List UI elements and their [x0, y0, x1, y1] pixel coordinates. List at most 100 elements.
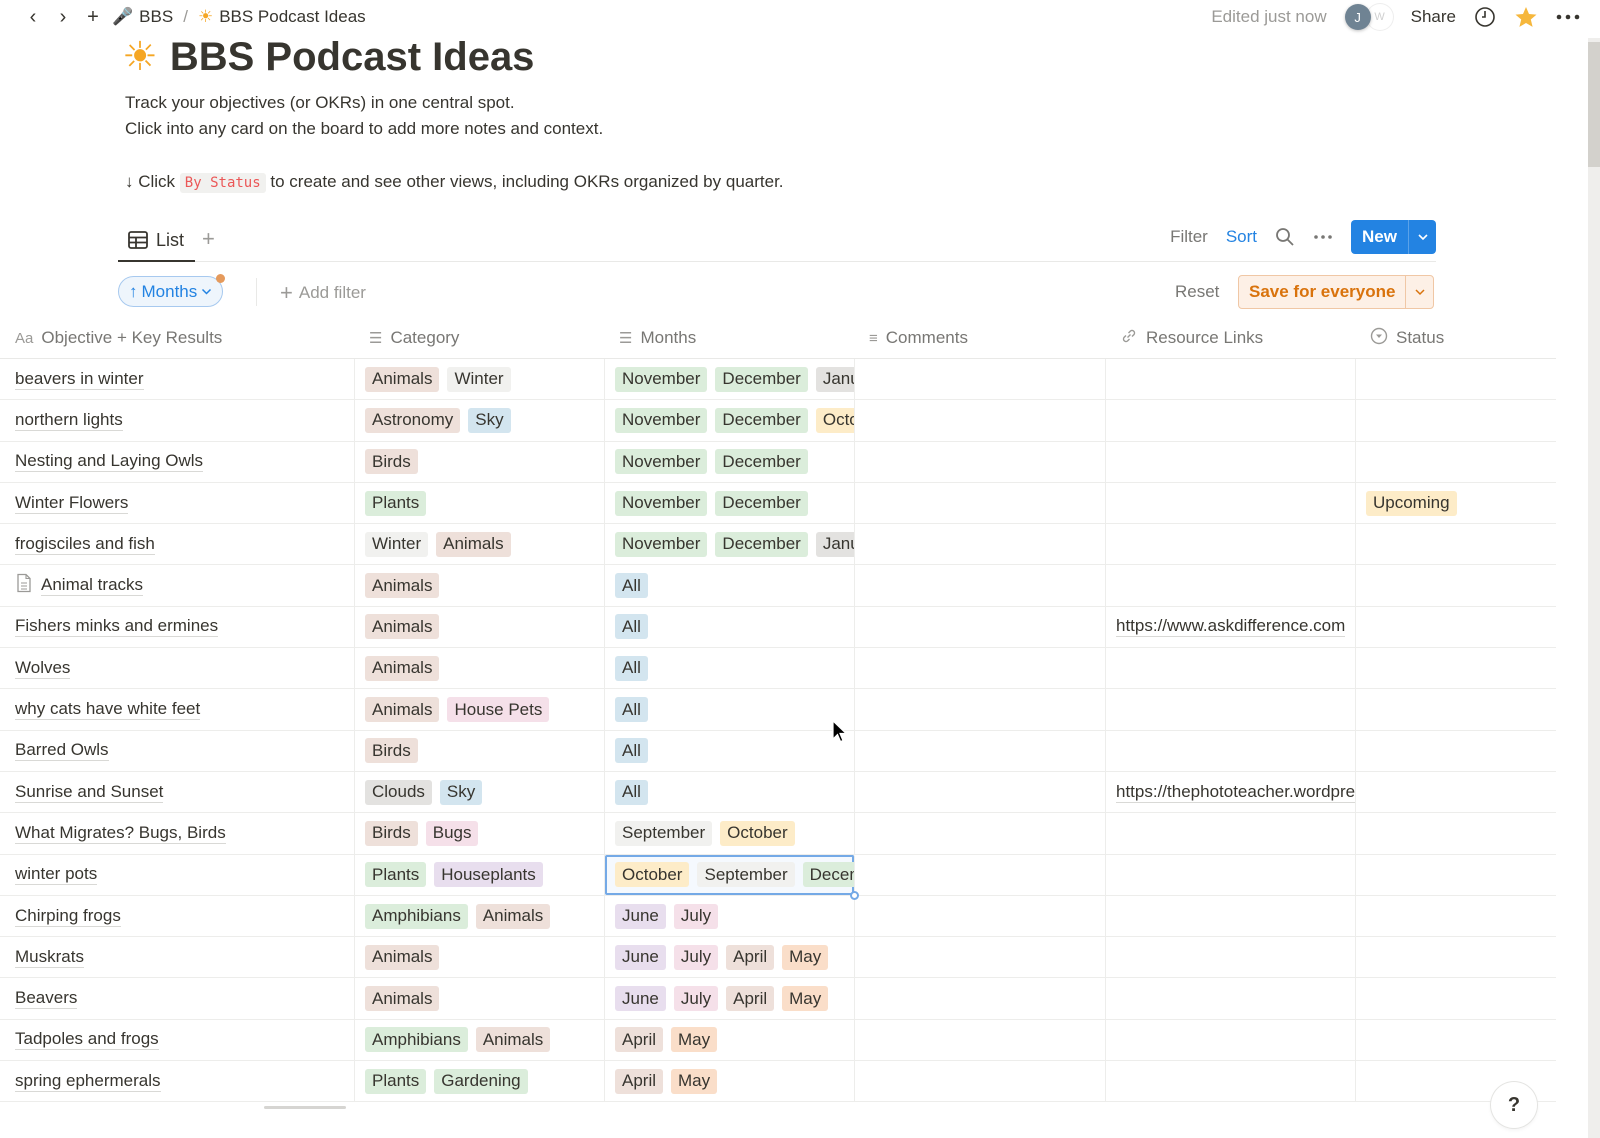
table-row[interactable]: What Migrates? Bugs, Birds Birds Bugs Septe…	[0, 813, 1556, 855]
cell-months[interactable]: All	[605, 771, 855, 813]
breadcrumb-item-bbs[interactable]: 🎤 BBS	[112, 7, 173, 27]
new-page-button[interactable]: +	[78, 2, 108, 32]
cell-resource-link[interactable]	[1106, 648, 1356, 689]
cell-status[interactable]	[1356, 772, 1556, 812]
cell-category[interactable]: Clouds Sky	[355, 771, 605, 813]
table-row[interactable]: northern lights Astronomy Sky November Decem…	[0, 400, 1556, 442]
reset-button[interactable]: Reset	[1175, 282, 1219, 302]
cell-months[interactable]: April May	[605, 1019, 855, 1061]
add-view-button[interactable]: +	[202, 226, 215, 252]
cell-objective[interactable]: frogisciles and fish	[0, 524, 355, 565]
cell-resource-link[interactable]	[1106, 689, 1356, 730]
cell-category[interactable]: Animals Winter	[355, 359, 605, 400]
filter-button[interactable]: Filter	[1170, 227, 1208, 247]
column-header-resource-links[interactable]: Resource Links	[1106, 318, 1356, 358]
cell-comments[interactable]	[855, 895, 1106, 937]
cell-resource-link[interactable]	[1106, 565, 1356, 606]
table-row[interactable]: Tadpoles and frogs Amphibians Animals April…	[0, 1019, 1556, 1062]
cell-months[interactable]: June July April May	[605, 937, 855, 978]
cell-resource-link[interactable]: https://www.askdifference.com	[1106, 606, 1356, 648]
cell-resource-link[interactable]	[1106, 937, 1356, 978]
cell-objective[interactable]: northern lights	[0, 400, 355, 441]
cell-comments[interactable]	[855, 730, 1106, 771]
cell-comments[interactable]	[855, 400, 1106, 441]
table-row[interactable]: beavers in winter Animals Winter November De…	[0, 359, 1556, 401]
cell-status[interactable]	[1356, 855, 1556, 895]
table-row[interactable]: Muskrats Animals June July April May	[0, 937, 1556, 979]
cell-objective[interactable]: Muskrats	[0, 937, 355, 978]
cell-category[interactable]: Birds	[355, 730, 605, 771]
table-row[interactable]: why cats have white feet Animals House Pet…	[0, 689, 1556, 731]
view-options-button[interactable]	[1313, 234, 1333, 240]
cell-months[interactable]: September October	[605, 813, 855, 854]
sort-button[interactable]: Sort	[1226, 227, 1257, 247]
cell-months[interactable]: All	[605, 689, 855, 730]
cell-objective[interactable]: Nesting and Laying Owls	[0, 441, 355, 482]
cell-category[interactable]: Animals	[355, 978, 605, 1019]
scrollbar-thumb[interactable]	[1588, 42, 1600, 167]
row-title[interactable]: Sunrise and Sunset	[15, 782, 164, 803]
cell-status[interactable]	[1356, 648, 1556, 688]
cell-months[interactable]: October September December	[605, 854, 859, 900]
cell-objective[interactable]: Animal tracks	[0, 565, 355, 606]
cell-resource-link[interactable]	[1106, 1061, 1356, 1102]
row-title[interactable]: Fishers minks and ermines	[15, 616, 219, 638]
row-title[interactable]: Beavers	[15, 988, 78, 1010]
row-title[interactable]: Wolves	[15, 658, 71, 679]
cell-objective[interactable]: Chirping frogs	[0, 895, 355, 937]
cell-resource-link[interactable]: https://thephototeacher.wordpress	[1106, 771, 1356, 813]
row-title[interactable]: frogisciles and fish	[15, 534, 155, 555]
sun-icon[interactable]: ☀	[122, 34, 158, 80]
cell-objective[interactable]: Beavers	[0, 978, 355, 1019]
breadcrumb-item-podcast-ideas[interactable]: ☀ BBS Podcast Ideas	[198, 7, 366, 27]
cell-comments[interactable]	[855, 771, 1106, 813]
cell-comments[interactable]	[855, 978, 1106, 1019]
cell-months[interactable]: June July	[605, 895, 855, 937]
cell-comments[interactable]	[855, 854, 1106, 895]
updates-button[interactable]	[1474, 6, 1496, 28]
table-row[interactable]: spring ephermerals Plants Gardening April Ma…	[0, 1061, 1556, 1103]
cell-status[interactable]	[1356, 813, 1556, 853]
cell-comments[interactable]	[855, 524, 1106, 565]
table-row[interactable]: Chirping frogs Amphibians Animals June July	[0, 895, 1556, 938]
row-title[interactable]: Barred Owls	[15, 740, 109, 762]
cell-category[interactable]: Birds Bugs	[355, 813, 605, 854]
new-dropdown-button[interactable]	[1408, 220, 1436, 254]
column-header-category[interactable]: ☰ Category	[355, 318, 605, 358]
cell-months[interactable]: All	[605, 565, 855, 606]
table-row[interactable]: winter pots Plants Houseplants October Septe…	[0, 854, 1556, 900]
cell-comments[interactable]	[855, 689, 1106, 730]
cell-category[interactable]: Winter Animals	[355, 524, 605, 565]
cell-category[interactable]: Astronomy Sky	[355, 400, 605, 441]
cell-category[interactable]: Amphibians Animals	[355, 1019, 605, 1061]
cell-months[interactable]: All	[605, 730, 855, 771]
cell-category[interactable]: Animals	[355, 937, 605, 978]
cell-resource-link[interactable]	[1106, 978, 1356, 1019]
cell-comments[interactable]	[855, 359, 1106, 400]
cell-category[interactable]: Plants Gardening	[355, 1061, 605, 1102]
horizontal-scrollbar[interactable]	[264, 1106, 346, 1109]
sort-chip-months[interactable]: ↑ Months	[118, 274, 226, 307]
row-title[interactable]: What Migrates? Bugs, Birds	[15, 823, 226, 844]
cell-resource-link[interactable]	[1106, 359, 1356, 400]
save-dropdown-button[interactable]	[1405, 276, 1433, 308]
cell-resource-link[interactable]	[1106, 895, 1356, 937]
cell-objective[interactable]: What Migrates? Bugs, Birds	[0, 813, 355, 854]
cell-objective[interactable]: beavers in winter	[0, 359, 355, 400]
cell-resource-link[interactable]	[1106, 854, 1356, 895]
new-button[interactable]: New	[1351, 220, 1408, 254]
cell-objective[interactable]: Winter Flowers	[0, 482, 355, 524]
search-button[interactable]	[1275, 227, 1295, 247]
cell-objective[interactable]: Sunrise and Sunset	[0, 771, 355, 813]
tab-list-view[interactable]: List	[118, 220, 195, 262]
cell-category[interactable]: Birds	[355, 441, 605, 482]
cell-category[interactable]: Amphibians Animals	[355, 895, 605, 937]
table-row[interactable]: Winter Flowers Plants November December Upco…	[0, 482, 1556, 525]
cell-months[interactable]: November December October	[605, 400, 855, 441]
row-title[interactable]: beavers in winter	[15, 369, 144, 390]
cell-months[interactable]: April May	[605, 1061, 855, 1102]
cell-resource-link[interactable]	[1106, 1019, 1356, 1061]
cell-months[interactable]: November December	[605, 441, 855, 482]
cell-objective[interactable]: Barred Owls	[0, 730, 355, 771]
table-row[interactable]: frogisciles and fish Winter Animals Novembe…	[0, 524, 1556, 566]
